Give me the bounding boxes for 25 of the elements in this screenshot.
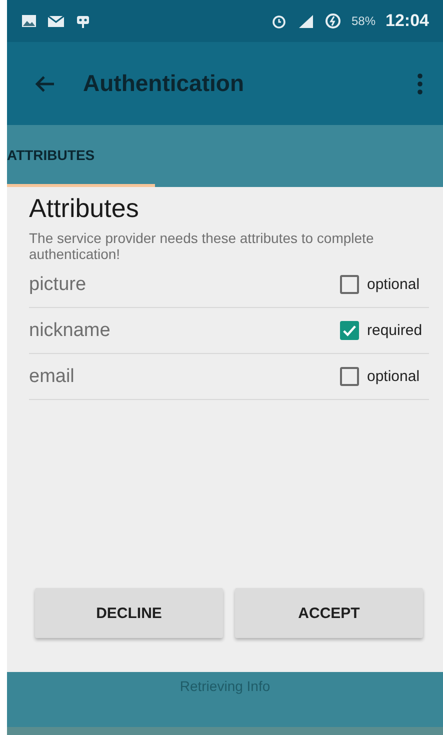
battery-saver-icon <box>325 13 342 29</box>
checkbox-label: optional <box>367 368 421 385</box>
attribute-name: email <box>29 366 76 388</box>
signal-icon <box>297 13 316 29</box>
clock-time: 12:04 <box>386 11 429 31</box>
image-icon <box>21 14 37 28</box>
more-options-icon[interactable] <box>417 72 423 94</box>
battery-percent: 58% <box>351 14 376 28</box>
checkbox-label: required <box>367 322 424 339</box>
back-arrow-icon[interactable] <box>35 74 55 92</box>
accept-button[interactable]: ACCEPT <box>235 588 423 638</box>
checkbox[interactable] <box>340 367 359 386</box>
mail-icon <box>47 14 65 28</box>
description-text: The service provider needs these attributes to complete authentication! <box>29 230 375 262</box>
attribute-name: nickname <box>29 320 112 342</box>
checkbox[interactable] <box>340 275 359 294</box>
checkbox[interactable] <box>340 321 359 340</box>
alarm-icon <box>271 13 288 29</box>
screen-title: Authentication <box>83 70 245 97</box>
section-heading: Attributes <box>29 193 140 224</box>
decline-button[interactable]: DECLINE <box>35 588 223 638</box>
attribute-name: picture <box>29 274 88 296</box>
tab[interactable]: ATTRIBUTES <box>7 125 155 187</box>
checkbox-label: optional <box>367 276 421 293</box>
robot-icon <box>75 13 91 29</box>
